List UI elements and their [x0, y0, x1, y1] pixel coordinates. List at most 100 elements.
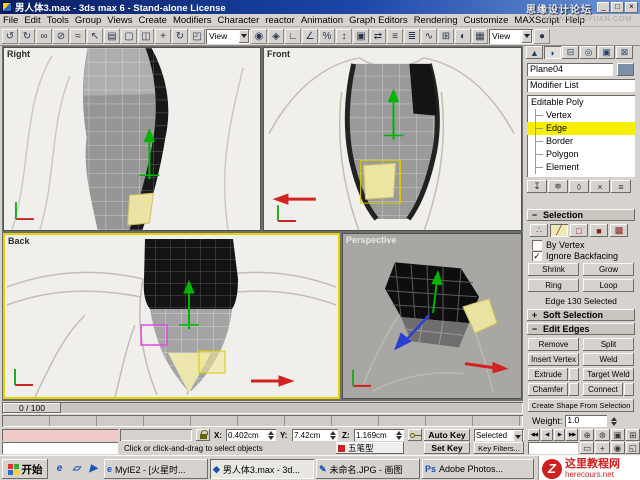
previous-frame-icon[interactable]: ◀	[540, 429, 553, 441]
go-to-end-icon[interactable]: ▶▶	[566, 429, 578, 441]
region-zoom-icon[interactable]: ▭	[580, 442, 595, 454]
tab-display-icon[interactable]: ▣	[598, 46, 615, 59]
use-pivot-center-icon[interactable]: ◉	[251, 28, 267, 44]
curve-editor-icon[interactable]: ∿	[421, 28, 437, 44]
z-spinner[interactable]	[396, 430, 402, 440]
viewport-front[interactable]: Front	[263, 47, 522, 231]
angle-snap-icon[interactable]: ∠	[302, 28, 318, 44]
task-photoshop[interactable]: Ps Adobe Photos...	[422, 459, 534, 479]
extrude-settings-button[interactable]	[569, 368, 579, 381]
x-coord-field[interactable]: 0.402cm	[226, 429, 276, 441]
zoom-extents-icon[interactable]: ▣	[610, 429, 625, 441]
select-and-scale-icon[interactable]: ◰	[189, 28, 205, 44]
border-subobject-icon[interactable]: □	[570, 224, 588, 237]
viewport-label-front[interactable]: Front	[267, 49, 290, 59]
menu-group[interactable]: Group	[72, 15, 104, 26]
object-name-field[interactable]: Plane04	[527, 63, 613, 76]
show-end-result-icon[interactable]: ≑	[548, 180, 568, 193]
play-animation-icon[interactable]: ▶	[553, 429, 566, 441]
maxscript-mini-listener[interactable]	[2, 442, 118, 454]
object-color-swatch[interactable]	[617, 63, 634, 76]
menu-animation[interactable]: Animation	[298, 15, 346, 26]
make-unique-icon[interactable]: ◊	[569, 180, 589, 193]
select-by-name-icon[interactable]: ▤	[104, 28, 120, 44]
insert-vertex-button[interactable]: Insert Vertex	[528, 353, 579, 366]
z-coord-field[interactable]: 1.169cm	[354, 429, 404, 441]
snaps-toggle-icon[interactable]: ∟	[285, 28, 301, 44]
configure-modifier-sets-icon[interactable]: ≡	[611, 180, 631, 193]
min-max-toggle-icon[interactable]: ◱	[625, 442, 640, 454]
viewport-right[interactable]: Right	[3, 47, 261, 231]
task-3dsmax-active[interactable]: ◆ 男人体3.max - 3d...	[210, 459, 314, 479]
set-key-button[interactable]: Set Key	[424, 442, 470, 454]
material-editor-icon[interactable]: ◐	[455, 28, 471, 44]
unlink-selection-icon[interactable]: ⊘	[53, 28, 69, 44]
rectangular-selection-region-icon[interactable]: ▢	[121, 28, 137, 44]
by-vertex-checkbox[interactable]	[532, 240, 542, 250]
viewport-back-active[interactable]: Back	[3, 233, 340, 399]
target-weld-button[interactable]: Target Weld	[583, 368, 634, 381]
current-frame-field[interactable]	[528, 442, 578, 454]
menu-customize[interactable]: Customize	[461, 15, 512, 26]
viewport-label-perspective[interactable]: Perspective	[346, 235, 397, 245]
render-scene-icon[interactable]: ▦	[472, 28, 488, 44]
select-and-manipulate-icon[interactable]: ◈	[268, 28, 284, 44]
redo-icon[interactable]: ↻	[19, 28, 35, 44]
chevron-down-icon[interactable]	[239, 29, 249, 43]
edge-subobject-icon[interactable]: ╱	[550, 224, 568, 237]
macro-recorder-field[interactable]	[2, 429, 118, 441]
reference-coordinate-dropdown[interactable]: View	[206, 28, 250, 44]
ring-button[interactable]: Ring	[528, 279, 579, 292]
chevron-down-icon[interactable]	[522, 29, 532, 43]
bind-to-space-warp-icon[interactable]: ≈	[70, 28, 86, 44]
arc-rotate-icon[interactable]: ◉	[610, 442, 625, 454]
menu-reactor[interactable]: reactor	[262, 15, 298, 26]
close-button[interactable]: ×	[625, 1, 638, 13]
menu-edit[interactable]: Edit	[21, 15, 43, 26]
track-bar[interactable]	[2, 415, 523, 427]
menu-views[interactable]: Views	[104, 15, 135, 26]
quick-render-icon[interactable]: ●	[534, 28, 550, 44]
connect-button[interactable]: Connect	[583, 383, 623, 396]
show-desktop-icon[interactable]: ▱	[69, 460, 84, 476]
time-slider-track[interactable]: 0 / 100	[2, 402, 523, 414]
render-type-dropdown[interactable]: View	[489, 28, 533, 44]
selection-set-dropdown[interactable]: Selected	[474, 429, 524, 443]
y-spinner[interactable]	[330, 430, 336, 440]
viewport-label-back[interactable]: Back	[8, 236, 30, 246]
split-button[interactable]: Split	[583, 338, 634, 351]
soft-selection-rollout-header[interactable]: + Soft Selection	[527, 309, 635, 321]
chamfer-settings-button[interactable]	[569, 383, 579, 396]
move-gizmo-x-axis[interactable]	[251, 375, 295, 387]
menu-rendering[interactable]: Rendering	[411, 15, 461, 26]
ime-toolbar[interactable]: 五笔型	[336, 442, 404, 454]
x-spinner[interactable]	[268, 430, 274, 440]
set-keys-button[interactable]	[408, 429, 422, 441]
zoom-extents-all-icon[interactable]: ⊞	[625, 429, 640, 441]
go-to-start-icon[interactable]: ◀◀	[528, 429, 540, 441]
task-myie2[interactable]: e MyIE2 - [火星时...	[104, 459, 208, 479]
weight-spinner[interactable]	[611, 416, 618, 426]
create-shape-from-selection-button[interactable]: Create Shape From Selection	[528, 399, 634, 412]
loop-button[interactable]: Loop	[583, 279, 634, 292]
grow-button[interactable]: Grow	[583, 263, 634, 276]
zoom-icon[interactable]: ⊕	[580, 429, 595, 441]
pan-icon[interactable]: +	[595, 442, 610, 454]
tab-modify-icon[interactable]: ◗	[544, 46, 561, 59]
zoom-all-icon[interactable]: ⊛	[595, 429, 610, 441]
move-gizmo-x-axis[interactable]	[272, 193, 316, 205]
select-and-move-icon[interactable]: +	[155, 28, 171, 44]
time-slider-handle[interactable]: 0 / 100	[3, 403, 61, 413]
stack-item-edge-selected[interactable]: Edge	[527, 122, 635, 135]
y-coord-field[interactable]: 7.42cm	[292, 429, 338, 441]
named-selection-sets-icon[interactable]: ▣	[353, 28, 369, 44]
schematic-view-icon[interactable]: ⊞	[438, 28, 454, 44]
task-paint[interactable]: ✎ 未命名.JPG - 画图	[316, 459, 420, 479]
selection-rollout-header[interactable]: − Selection	[527, 209, 635, 221]
auto-key-button[interactable]: Auto Key	[424, 429, 470, 441]
key-filters-button[interactable]: Key Filters...	[474, 442, 524, 454]
polygon-subobject-icon[interactable]: ■	[590, 224, 608, 237]
torso-mesh[interactable]	[82, 48, 169, 230]
pin-stack-icon[interactable]: ↧	[527, 180, 547, 193]
viewport-label-right[interactable]: Right	[7, 49, 30, 59]
